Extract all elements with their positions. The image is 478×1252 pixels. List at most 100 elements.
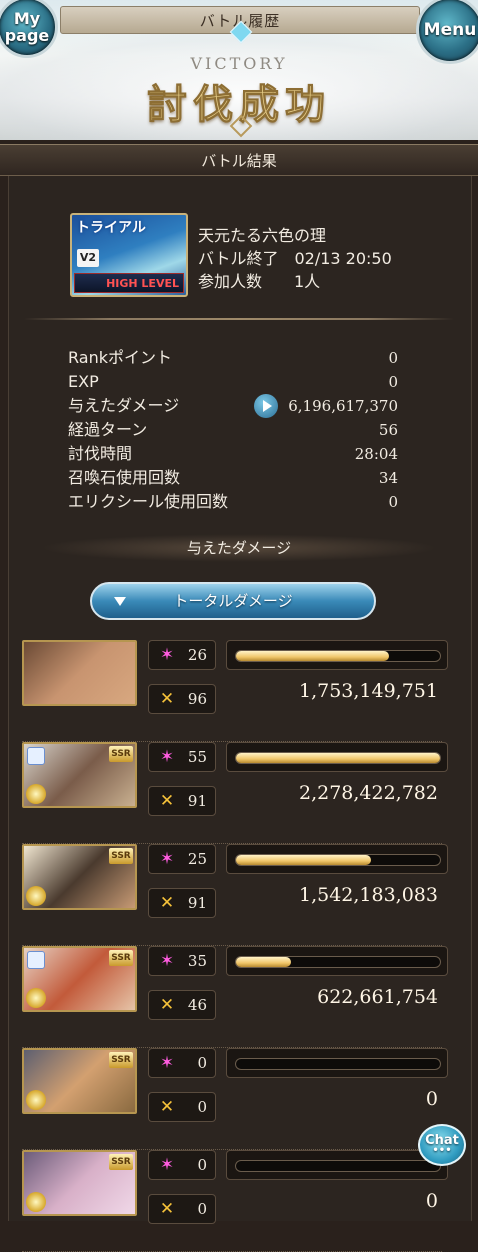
menu-label: Menu [423,20,477,40]
ougi-icon: ✕ [159,893,175,913]
stat-value: 34 [378,469,398,487]
stat-label: Rankポイント [68,348,172,367]
page-title-bar: バトル履歴 [60,6,420,44]
character-portrait[interactable]: SSR [22,1048,137,1114]
damage-bar-track [235,854,441,866]
skill-count-box: ✶ 26 [148,640,216,670]
character-row: ✶ 26 ✕ 96 1,753,149,751 [22,640,450,742]
stat-label: 討伐時間 [68,444,133,463]
skill-count-box: ✶ 25 [148,844,216,874]
damage-bar-fill [236,753,440,763]
character-portrait[interactable]: SSR [22,1150,137,1216]
damage-bar-track [235,1058,441,1070]
skill-icon: ✶ [159,849,175,869]
damage-bar-fill [236,855,371,865]
ougi-count-box: ✕ 91 [148,786,216,816]
ougi-count-box: ✕ 91 [148,888,216,918]
character-portrait[interactable]: SSR [22,742,137,808]
ougi-count: 96 [187,690,207,708]
light-element-icon [26,988,46,1008]
stat-row: EXP 0 [68,370,398,394]
stat-value: 0 [388,493,398,511]
skill-icon: ✶ [159,951,175,971]
ring-icon [27,951,45,969]
damage-bar [226,1150,448,1180]
ougi-count-box: ✕ 0 [148,1092,216,1122]
battle-stats: Rankポイント 0 EXP 0 与えたダメージ 6,196,617,370 経… [68,346,398,514]
damage-bar [226,1048,448,1078]
total-damage-dropdown[interactable]: トータルダメージ [90,582,376,620]
damage-value: 1,542,183,083 [298,884,438,906]
play-icon[interactable] [254,394,278,418]
skill-icon: ✶ [159,1053,175,1073]
stat-row: 与えたダメージ 6,196,617,370 [68,394,398,418]
victory-text: VICTORY [190,54,288,73]
stat-value: 0 [388,349,398,367]
skill-count: 55 [187,748,207,766]
character-row: SSR ✶ 55 ✕ 91 2,278,422,782 [22,742,450,844]
stat-row: 召喚石使用回数 34 [68,466,398,490]
ssr-badge-icon: SSR [109,848,133,864]
skill-count: 25 [187,850,207,868]
skill-count: 35 [187,952,207,970]
ougi-count: 91 [187,894,207,912]
character-portrait[interactable]: SSR [22,946,137,1012]
character-row: SSR ✶ 25 ✕ 91 1,542,183,083 [22,844,450,946]
light-element-icon [26,1090,46,1110]
ougi-icon: ✕ [159,689,175,709]
skill-count-box: ✶ 0 [148,1048,216,1078]
skill-count-box: ✶ 35 [148,946,216,976]
ring-icon [27,747,45,765]
skill-count: 26 [187,646,207,664]
damage-value: 0 [425,1190,438,1212]
mypage-button[interactable]: My page [0,0,58,58]
stat-label: 経過ターン [68,420,148,439]
damage-bar [226,640,448,670]
damage-section-title: 与えたダメージ [40,534,438,562]
chat-button[interactable]: Chat ••• [418,1124,466,1166]
ougi-count: 0 [197,1200,207,1218]
character-portrait[interactable] [22,640,137,706]
stat-label: エリクシール使用回数 [68,492,229,511]
damage-bar-track [235,956,441,968]
stat-value: 0 [388,373,398,391]
ougi-count: 0 [197,1098,207,1116]
chat-dots-icon: ••• [432,1145,452,1156]
character-portrait[interactable]: SSR [22,844,137,910]
stat-row: エリクシール使用回数 0 [68,490,398,514]
ssr-badge-icon: SSR [109,950,133,966]
skill-icon: ✶ [159,747,175,767]
damage-bar-track [235,752,441,764]
skill-count-box: ✶ 55 [148,742,216,772]
skill-icon: ✶ [159,1155,175,1175]
ougi-icon: ✕ [159,995,175,1015]
damage-value: 0 [425,1088,438,1110]
version-badge: V2 [77,249,99,267]
section-title: バトル結果 [0,144,478,176]
damage-bar-fill [236,651,389,661]
damage-bar-track [235,1160,441,1172]
damage-bar-track [235,650,441,662]
trial-badge: トライアル [76,220,146,236]
character-row: SSR ✶ 0 ✕ 0 0 [22,1150,450,1252]
mypage-label: My page [4,9,50,45]
quest-name: 天元たる六色の理 [198,226,327,245]
ougi-count: 91 [187,792,207,810]
participant-count: 参加人数 1人 [198,272,321,291]
light-element-icon [26,886,46,906]
damage-value: 622,661,754 [317,986,438,1008]
stat-row: Rankポイント 0 [68,346,398,370]
stat-row: 経過ターン 56 [68,418,398,442]
damage-value: 2,278,422,782 [298,782,438,804]
stat-label: 与えたダメージ [68,396,180,415]
light-element-icon [26,784,46,804]
damage-value: 1,753,149,751 [298,680,438,702]
ssr-badge-icon: SSR [109,1052,133,1068]
stat-value: 6,196,617,370 [288,397,398,415]
quest-banner: トライアル V2 HIGH LEVEL [70,213,188,297]
dropdown-arrow-icon [114,597,126,606]
ssr-badge-icon: SSR [109,746,133,762]
ougi-icon: ✕ [159,1199,175,1219]
light-element-icon [26,1192,46,1212]
damage-bar [226,946,448,976]
